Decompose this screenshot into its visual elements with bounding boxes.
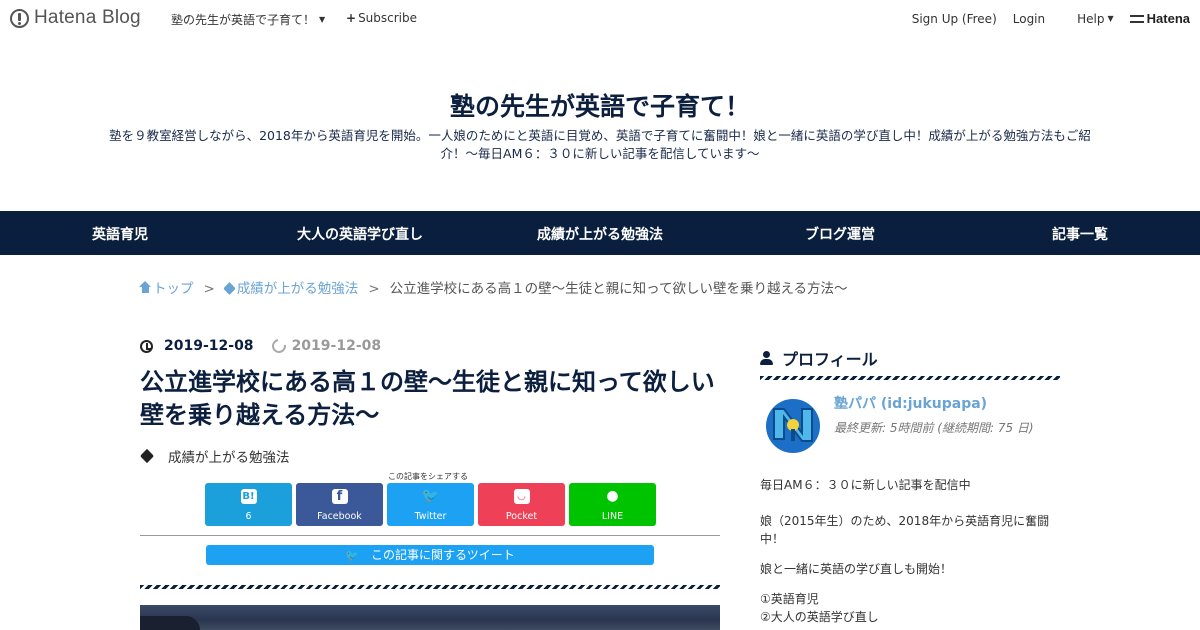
- blog-menu-dropdown[interactable]: 塾の先生が英語で子育て！ ▼: [171, 11, 325, 28]
- login-link[interactable]: Login: [1013, 12, 1045, 26]
- caret-down-icon: ▼: [1107, 13, 1114, 23]
- profile-heading-label: プロフィール: [782, 350, 878, 369]
- hatena-brand-link[interactable]: Hatena: [1129, 11, 1190, 26]
- subscribe-label: Subscribe: [358, 11, 418, 25]
- entry-category-link[interactable]: 成績が上がる勉強法: [168, 446, 290, 466]
- breadcrumb-separator: >: [203, 281, 215, 297]
- breadcrumb-category-label: 成績が上がる勉強法: [236, 281, 359, 297]
- pocket-icon: ◡: [478, 487, 565, 505]
- share-label: LINE: [601, 511, 624, 522]
- global-header-bar: Hatena Blog 塾の先生が英語で子育て！ ▼ + Subscribe Sig…: [0, 0, 1200, 36]
- nav-item-eigo-ikuji[interactable]: 英語育児: [92, 224, 148, 244]
- entry-title[interactable]: 公立進学校にある高１の壁～生徒と親に知って欲しい壁を乗り越える方法～: [140, 366, 730, 432]
- breadcrumb-current: 公立進学校にある高１の壁～生徒と親に知って欲しい壁を乗り越える方法～: [389, 281, 848, 297]
- eyecatch-image: [140, 605, 720, 630]
- blog-description: 塾を９教室経営しながら、2018年から英語育児を開始。一人娘のためにと英語に目覚…: [109, 128, 1091, 161]
- breadcrumb-category[interactable]: 成績が上がる勉強法: [222, 281, 359, 297]
- profile-text-line: 娘（2015年生）のため、2018年から英語育児に奮闘中！: [760, 514, 1050, 546]
- updated-icon: [268, 336, 289, 356]
- profile-updated: 最終更新: 5時間前 (継続期間: 75 日): [834, 421, 1034, 435]
- profile-text-line: ②大人の英語学び直し: [760, 610, 879, 624]
- global-nav: 英語育児 大人の英語学び直し 成績が上がる勉強法 ブログ運営 記事一覧: [0, 211, 1200, 255]
- blog-menu-label: 塾の先生が英語で子育て！: [171, 13, 316, 27]
- twitter-icon: 🐦: [345, 549, 359, 562]
- entry-dates: 2019-12-08 2019-12-08: [140, 336, 382, 356]
- share-caption: この記事をシェアする: [388, 472, 468, 481]
- nav-item-otona-eigo[interactable]: 大人の英語学び直し: [297, 224, 423, 244]
- profile-text-line: 毎日AM６：３０に新しい記事を配信中: [760, 478, 971, 492]
- related-tweets-label: この記事に関するツイート: [370, 548, 515, 562]
- line-icon: ●: [606, 488, 619, 504]
- related-tweets-button[interactable]: 🐦 この記事に関するツイート: [206, 545, 654, 565]
- hatena-bookmark-icon: B!: [240, 488, 257, 504]
- entry-categories: 成績が上がる勉強法: [139, 446, 290, 466]
- avatar[interactable]: [764, 395, 822, 455]
- home-icon: [139, 281, 151, 294]
- tag-icon: [139, 448, 155, 464]
- clock-icon: [140, 339, 153, 353]
- logo-text: Hatena Blog: [34, 7, 141, 28]
- brand-label: Hatena: [1146, 11, 1190, 26]
- signup-link[interactable]: Sign Up (Free): [912, 12, 997, 26]
- hatena-logo-icon: [10, 8, 29, 28]
- profile-name-link[interactable]: 塾パパ (id:jukupapa): [834, 393, 987, 413]
- help-label: Help: [1077, 11, 1105, 26]
- blog-title[interactable]: 塾の先生が英語で子育て！: [0, 87, 1200, 123]
- share-label: Twitter: [414, 511, 447, 522]
- share-count: 6: [245, 511, 252, 522]
- hatena-blog-logo[interactable]: Hatena Blog: [10, 7, 141, 29]
- breadcrumb-home-label: トップ: [153, 281, 194, 297]
- hatena-mark-icon: [1129, 14, 1144, 23]
- nav-item-kiji-ichiran[interactable]: 記事一覧: [1052, 224, 1108, 244]
- breadcrumb: トップ > 成績が上がる勉強法 > 公立進学校にある高１の壁～生徒と親に知って欲しい壁を…: [139, 277, 848, 297]
- breadcrumb-separator: >: [368, 281, 380, 297]
- share-label: Facebook: [317, 511, 362, 522]
- user-icon: [760, 351, 773, 365]
- nav-item-benkyouhou[interactable]: 成績が上がる勉強法: [537, 224, 663, 244]
- tag-icon: [222, 282, 236, 295]
- share-facebook-button[interactable]: f Facebook: [296, 483, 383, 526]
- share-label: Pocket: [505, 511, 538, 522]
- stripe-divider: [760, 376, 1060, 380]
- caret-down-icon: ▼: [319, 15, 326, 24]
- published-date[interactable]: 2019-12-08: [164, 338, 254, 354]
- updated-date: 2019-12-08: [291, 338, 382, 354]
- plus-icon: +: [346, 11, 357, 25]
- profile-text-line: ①英語育児: [760, 592, 819, 606]
- divider: [140, 535, 720, 536]
- share-pocket-button[interactable]: ◡ Pocket: [478, 483, 565, 526]
- profile-text-line: 娘と一緒に英語の学び直しも開始！: [760, 562, 953, 576]
- share-twitter-button[interactable]: 🐦 Twitter: [387, 483, 474, 526]
- share-line-button[interactable]: ● LINE: [569, 483, 656, 526]
- nav-item-blog-unei[interactable]: ブログ運営: [805, 224, 875, 244]
- subscribe-button[interactable]: + Subscribe: [346, 11, 417, 25]
- help-menu[interactable]: Help ▼: [1061, 12, 1114, 26]
- breadcrumb-home[interactable]: トップ: [139, 281, 194, 297]
- profile-heading: プロフィール: [760, 346, 878, 370]
- share-hatena-bookmark-button[interactable]: B! 6: [205, 483, 292, 526]
- facebook-icon: f: [296, 487, 383, 505]
- stripe-divider: [140, 585, 720, 589]
- twitter-icon: 🐦: [421, 488, 440, 504]
